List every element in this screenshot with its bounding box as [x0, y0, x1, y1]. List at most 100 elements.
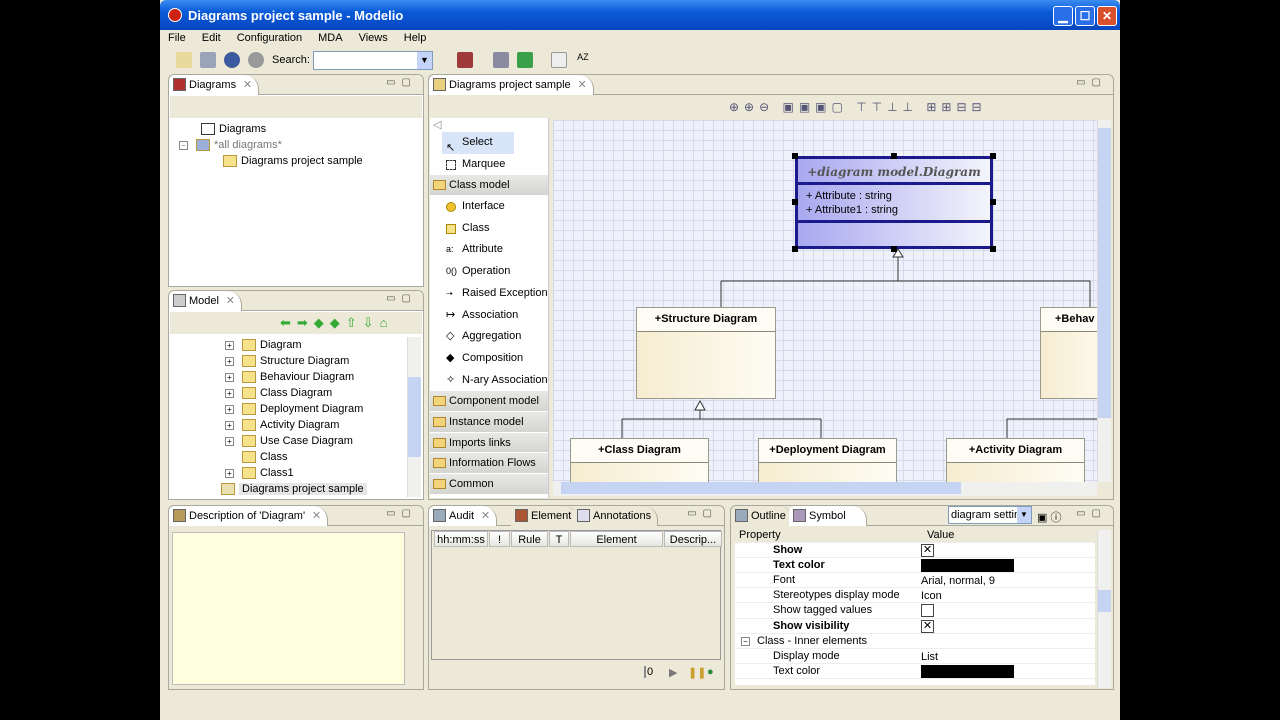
palette-drawer-class-model[interactable]: Class model [430, 175, 548, 197]
chevron-down-icon[interactable]: ▼ [416, 51, 432, 69]
palette-marquee[interactable]: Marquee [430, 154, 548, 176]
palette-drawer[interactable]: Imports links [430, 432, 548, 454]
tree-item[interactable]: + Class Diagram [171, 385, 407, 401]
diagram-canvas[interactable]: +diagram model.Diagram + Attribute : str… [553, 120, 1097, 482]
palette-item[interactable]: ✧ N-ary Association [430, 370, 548, 392]
tab-model[interactable]: Model ✕ [169, 291, 242, 311]
property-value[interactable]: List [921, 650, 1014, 663]
settings-dropdown[interactable]: diagram settin ▼ [948, 506, 1032, 524]
redo-icon[interactable] [248, 52, 264, 68]
stop-icon[interactable]: ● [707, 666, 714, 678]
close-button[interactable]: ✕ [1097, 6, 1117, 26]
collapse-icon[interactable]: − [741, 636, 750, 646]
minimize-maximize-icons[interactable]: ▭▢ [386, 293, 417, 304]
diagram-wizard-icon[interactable] [456, 52, 473, 68]
help-icon[interactable]: ▣ ⓘ [1037, 509, 1061, 525]
minimize-maximize-icons[interactable]: ▭▢ [386, 77, 417, 88]
property-row[interactable]: Display mode List [735, 649, 1095, 664]
pause-icon[interactable]: ❚❚ [688, 666, 706, 679]
tab-audit[interactable]: Audit ✕ [429, 506, 498, 526]
resize-handle[interactable] [891, 246, 897, 252]
tree-item[interactable]: Diagrams [171, 121, 421, 137]
menu-file[interactable]: File [160, 30, 194, 46]
column-header[interactable]: ! [489, 531, 510, 547]
close-tab-icon[interactable]: ✕ [577, 75, 586, 95]
property-value[interactable] [921, 635, 1014, 648]
class-behaviour-diagram[interactable]: +Behav [1040, 307, 1097, 399]
sort-az-icon[interactable]: AZ [575, 52, 591, 68]
close-tab-icon[interactable]: ✕ [312, 506, 321, 526]
resize-handle[interactable] [990, 246, 996, 252]
column-header[interactable]: Element [570, 531, 663, 547]
search-input[interactable]: ▼ [312, 50, 433, 70]
palette-item[interactable]: Interface [430, 196, 548, 218]
property-row[interactable]: Text color [735, 664, 1095, 679]
menu-edit[interactable]: Edit [194, 30, 229, 46]
minimize-maximize-icons[interactable]: ▭▢ [687, 508, 718, 519]
tab-outline[interactable]: Outline [731, 506, 793, 526]
color-swatch[interactable] [921, 664, 1014, 678]
resize-handle[interactable] [792, 153, 798, 159]
attribute[interactable]: + Attribute : string [806, 189, 982, 203]
property-row[interactable]: Show tagged values [735, 603, 1095, 619]
palette-item[interactable]: ◇ Aggregation [430, 326, 548, 348]
play-icon[interactable]: ▶ [669, 666, 677, 679]
palette-select[interactable]: ↖ Select [442, 132, 514, 154]
class-activity-diagram[interactable]: +Activity Diagram [946, 438, 1085, 482]
palette-item[interactable]: ⇢ Raised Exception [430, 283, 548, 305]
menu-mda[interactable]: MDA [310, 30, 350, 46]
selected-class-diagram[interactable]: +diagram model.Diagram + Attribute : str… [795, 156, 993, 249]
tab-diagrams[interactable]: Diagrams ✕ [169, 75, 260, 95]
tab-diagram-editor[interactable]: Diagrams project sample ✕ [429, 75, 594, 95]
property-row[interactable]: − Class - Inner elements [735, 634, 1095, 649]
tab-description[interactable]: Description of 'Diagram' ✕ [169, 506, 329, 526]
class-structure-diagram[interactable]: +Structure Diagram [636, 307, 776, 399]
property-value[interactable]: Icon [921, 589, 1014, 602]
palette-drawer[interactable]: Component model [430, 391, 548, 412]
resize-handle[interactable] [990, 153, 996, 159]
minimize-button[interactable]: ▁ [1053, 6, 1073, 26]
tree-item[interactable]: + Use Case Diagram [171, 433, 407, 449]
tree-item[interactable]: + Class1 [171, 465, 407, 481]
property-checkbox[interactable]: ✕ [921, 619, 934, 633]
document-icon[interactable] [550, 52, 567, 68]
close-tab-icon[interactable]: ✕ [481, 506, 490, 526]
property-checkbox[interactable]: ✕ [921, 544, 934, 558]
description-textarea[interactable] [172, 532, 405, 685]
property-value[interactable]: Arial, normal, 9 [921, 574, 1014, 587]
property-row[interactable]: Font Arial, normal, 9 [735, 573, 1095, 589]
save-icon[interactable] [200, 52, 216, 68]
class-class-diagram[interactable]: +Class Diagram [570, 438, 709, 482]
export-icon[interactable] [516, 52, 533, 68]
menu-configuration[interactable]: Configuration [229, 30, 310, 46]
column-header[interactable]: Descrip... [664, 531, 722, 547]
resize-handle[interactable] [990, 199, 996, 205]
tree-item[interactable]: + Diagram [171, 337, 407, 353]
palette-item[interactable]: Class [430, 218, 548, 240]
tree-item[interactable]: + Deployment Diagram [171, 401, 407, 417]
palette-drawer[interactable]: Common [430, 474, 548, 495]
palette-item[interactable]: ◆ Composition [430, 348, 548, 370]
tree-item[interactable]: Class [171, 449, 407, 465]
tree-item[interactable]: Diagrams project sample [171, 153, 421, 169]
close-tab-icon[interactable]: ✕ [243, 75, 252, 95]
palette-collapse-icon[interactable]: ◁ [430, 118, 548, 132]
resize-handle[interactable] [792, 199, 798, 205]
color-swatch[interactable] [921, 559, 1014, 573]
property-row[interactable]: Show visibility ✕ [735, 619, 1095, 634]
tree-item[interactable]: + Behaviour Diagram [171, 369, 407, 385]
tree-item[interactable]: + Structure Diagram [171, 353, 407, 369]
column-header[interactable]: hh:mm:ss [434, 531, 488, 547]
property-row[interactable]: Stereotypes display mode Icon [735, 588, 1095, 604]
attribute[interactable]: + Attribute1 : string [806, 203, 982, 217]
canvas-vertical-scrollbar[interactable] [1097, 120, 1111, 482]
menu-help[interactable]: Help [396, 30, 435, 46]
class-deployment-diagram[interactable]: +Deployment Diagram [758, 438, 897, 482]
property-scrollbar[interactable] [1097, 530, 1111, 688]
tab-annotations[interactable]: Annotations [573, 506, 659, 526]
canvas-horizontal-scrollbar[interactable] [553, 482, 1097, 496]
resize-handle[interactable] [792, 246, 798, 252]
tab-symbol[interactable]: Symbol [789, 506, 867, 526]
maximize-button[interactable]: ☐ [1075, 6, 1095, 26]
property-row[interactable]: Text color [735, 558, 1095, 574]
